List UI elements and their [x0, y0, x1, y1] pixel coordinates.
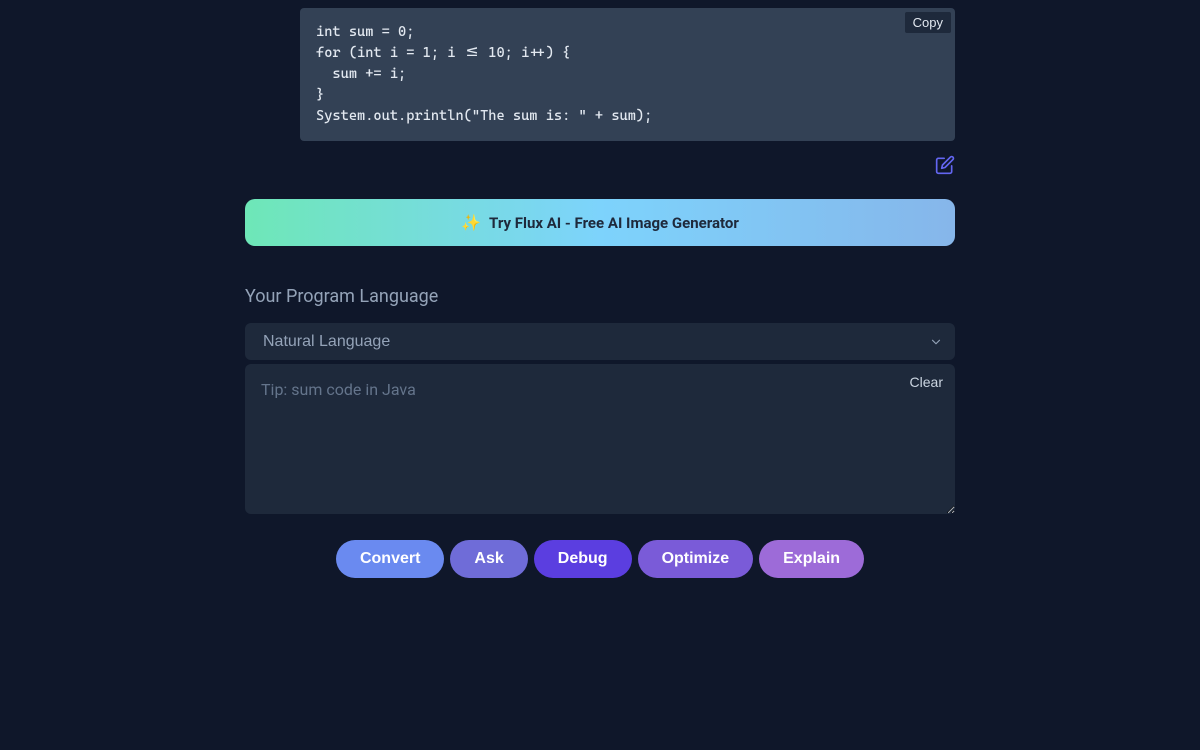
promo-text: Try Flux AI - Free AI Image Generator: [489, 214, 739, 232]
copy-button[interactable]: Copy: [905, 12, 951, 33]
code-content: int sum = 0; for (int i = 1; i <= 10; i+…: [316, 22, 939, 127]
action-buttons-row: Convert Ask Debug Optimize Explain: [245, 540, 955, 578]
promo-banner[interactable]: ✨ Try Flux AI - Free AI Image Generator: [245, 199, 955, 246]
convert-button[interactable]: Convert: [336, 540, 444, 578]
debug-button[interactable]: Debug: [534, 540, 632, 578]
edit-icon[interactable]: [935, 155, 955, 179]
language-select[interactable]: Natural Language: [245, 323, 955, 360]
language-section-label: Your Program Language: [245, 286, 955, 307]
code-input[interactable]: [245, 364, 955, 514]
code-output-block: Copy int sum = 0; for (int i = 1; i <= 1…: [300, 8, 955, 141]
optimize-button[interactable]: Optimize: [638, 540, 754, 578]
clear-button[interactable]: Clear: [910, 374, 943, 390]
sparkle-icon: ✨: [461, 213, 481, 232]
ask-button[interactable]: Ask: [450, 540, 527, 578]
explain-button[interactable]: Explain: [759, 540, 864, 578]
